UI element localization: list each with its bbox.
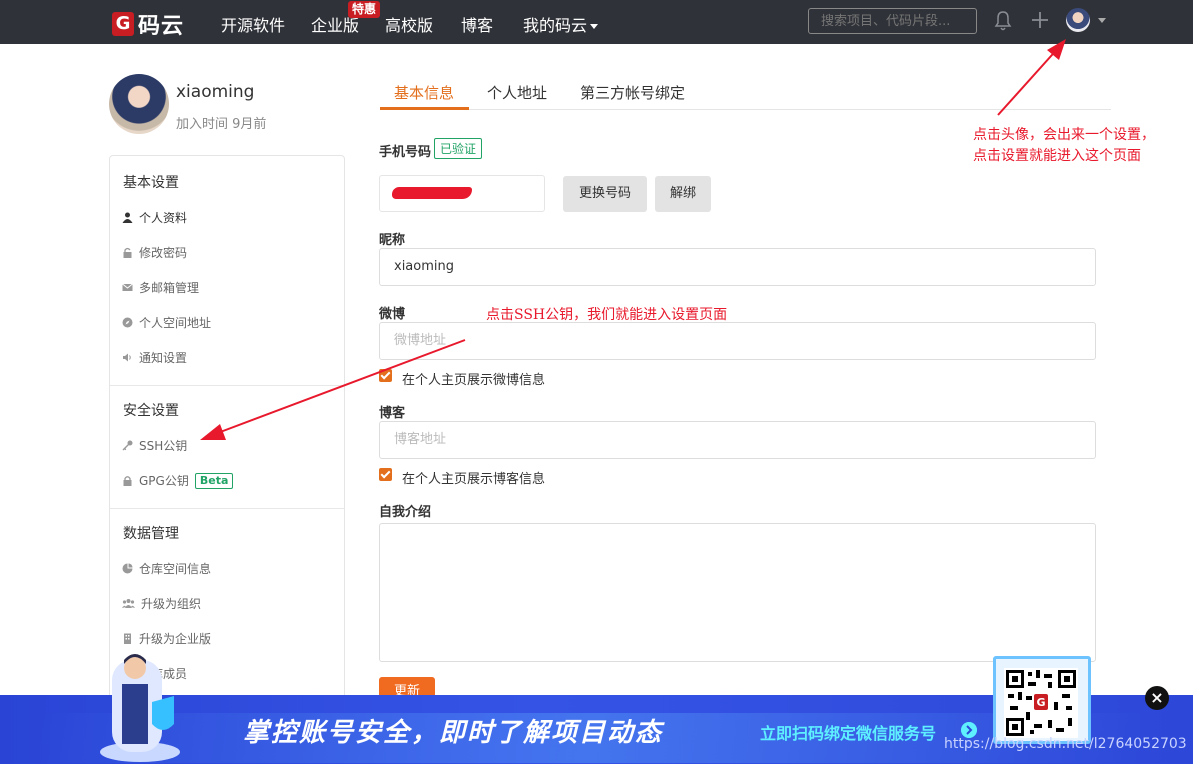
close-banner-button[interactable]: × [1145,686,1169,710]
banner-bind-link[interactable]: 立即扫码绑定微信服务号 [760,720,936,744]
mascot-illustration [100,654,180,762]
avatar-arrow [997,39,1066,116]
ssh-arrow [200,339,466,440]
svg-text:G: G [1036,696,1045,709]
banner-title: 掌控账号安全，即时了解项目动态 [243,718,664,748]
blog-watermark: https://blog.csdn.net/l2764052703 [944,736,1187,752]
qr-code-image: G [1004,668,1078,738]
